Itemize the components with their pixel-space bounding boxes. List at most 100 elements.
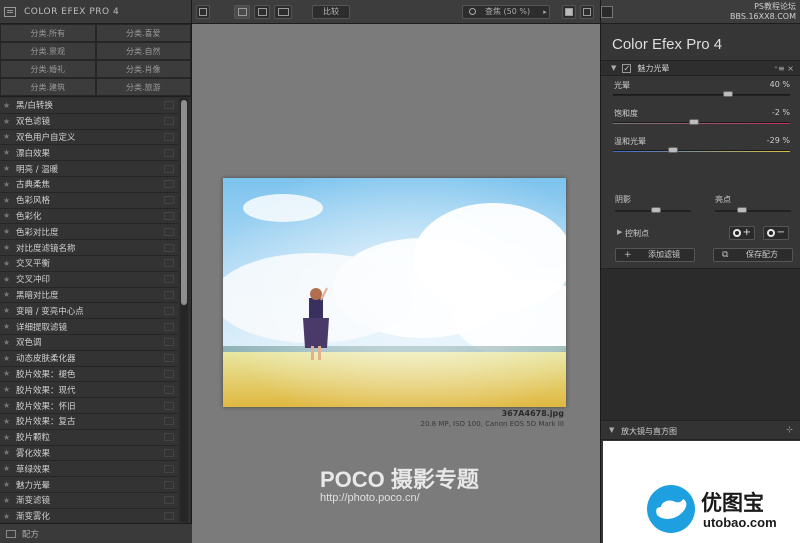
filter-preview-icon[interactable]: [164, 306, 174, 315]
filter-list-item[interactable]: ★ 黑暗对比度: [0, 287, 178, 304]
favorite-star-icon[interactable]: ★: [3, 417, 13, 426]
filter-header[interactable]: ▼ ✓ 魅力光晕 ⁺≡ ×: [601, 60, 800, 76]
favorite-star-icon[interactable]: ★: [3, 338, 13, 347]
filter-list-item[interactable]: ★ 胶片效果：复古: [0, 413, 178, 430]
collapse-triangle-icon[interactable]: ▼: [609, 426, 614, 434]
favorite-star-icon[interactable]: ★: [3, 211, 13, 220]
remove-control-point-button[interactable]: −: [763, 226, 789, 240]
filter-list-item[interactable]: ★ 变暗 / 变亮中心点: [0, 303, 178, 320]
category-button[interactable]: 分类.旅游: [95, 78, 191, 96]
slider-track[interactable]: [613, 150, 790, 152]
favorite-star-icon[interactable]: ★: [3, 322, 13, 331]
filter-preview-icon[interactable]: [164, 259, 174, 268]
filter-menu-icon[interactable]: ⁺≡ ×: [774, 64, 794, 73]
filter-preview-icon[interactable]: [164, 164, 174, 173]
filter-preview-icon[interactable]: [164, 512, 174, 521]
recipes-footer[interactable]: 配方: [0, 523, 192, 543]
filter-slider[interactable]: 饱和度 -2 %: [611, 104, 790, 132]
filter-list-item[interactable]: ★ 双色滤镜: [0, 113, 178, 130]
favorite-star-icon[interactable]: ★: [3, 132, 13, 141]
zoom-select[interactable]: 查焦 (50 %): [462, 5, 550, 19]
filter-preview-icon[interactable]: [164, 417, 174, 426]
filter-slider[interactable]: 光晕 40 %: [611, 76, 790, 104]
favorite-star-icon[interactable]: ★: [3, 243, 13, 252]
filter-list-item[interactable]: ★ 对比度滤镜名称: [0, 240, 178, 256]
filter-list-item[interactable]: ★ 渐变滤镜: [0, 492, 178, 509]
add-filter-button[interactable]: + 添加滤镜: [615, 248, 695, 262]
highlights-track[interactable]: [715, 210, 791, 212]
filter-list-item[interactable]: ★ 漂白效果: [0, 145, 178, 162]
filter-list-item[interactable]: ★ 色彩对比度: [0, 224, 178, 241]
filter-preview-icon[interactable]: [164, 180, 174, 189]
favorite-star-icon[interactable]: ★: [3, 101, 13, 110]
filter-preview-icon[interactable]: [164, 322, 174, 331]
filter-list-item[interactable]: ★ 胶片效果：现代: [0, 382, 178, 399]
category-button[interactable]: 分类.自然: [95, 42, 191, 60]
favorite-star-icon[interactable]: ★: [3, 275, 13, 284]
slider-knob[interactable]: [668, 147, 678, 153]
filter-preview-icon[interactable]: [164, 243, 174, 252]
favorite-star-icon[interactable]: ★: [3, 196, 13, 205]
category-button[interactable]: 分类.所有: [0, 24, 96, 42]
filter-list-item[interactable]: ★ 古典柔焦: [0, 176, 178, 193]
filter-preview-icon[interactable]: [164, 338, 174, 347]
filter-preview-icon[interactable]: [164, 464, 174, 473]
filter-list-item[interactable]: ★ 明亮 / 温暖: [0, 161, 178, 177]
filter-preview-icon[interactable]: [164, 401, 174, 410]
filter-preview-icon[interactable]: [164, 433, 174, 442]
category-button[interactable]: 分类.建筑: [0, 78, 96, 96]
view-button[interactable]: [601, 6, 613, 18]
favorite-star-icon[interactable]: ★: [3, 290, 13, 299]
filter-slider[interactable]: 温和光晕 -29 %: [611, 132, 790, 160]
preview-photo[interactable]: [223, 178, 566, 407]
filter-list-item[interactable]: ★ 双色调: [0, 334, 178, 351]
filter-list-item[interactable]: ★ 交叉冲印: [0, 271, 178, 288]
filter-preview-icon[interactable]: [164, 227, 174, 236]
favorite-star-icon[interactable]: ★: [3, 259, 13, 268]
side-by-side-button[interactable]: [274, 5, 292, 19]
filter-list-item[interactable]: ★ 魅力光晕: [0, 477, 178, 493]
favorite-star-icon[interactable]: ★: [3, 306, 13, 315]
filter-preview-icon[interactable]: [164, 354, 174, 363]
filter-list-item[interactable]: ★ 交叉平衡: [0, 255, 178, 272]
add-control-point-button[interactable]: +: [729, 226, 755, 240]
favorite-star-icon[interactable]: ★: [3, 369, 13, 378]
highlights-slider[interactable]: 亮点: [711, 190, 791, 218]
shadows-slider[interactable]: 阴影: [611, 190, 691, 218]
filter-preview-icon[interactable]: [164, 290, 174, 299]
scrollbar-thumb[interactable]: [181, 100, 187, 305]
filter-preview-icon[interactable]: [164, 496, 174, 505]
slider-knob[interactable]: [689, 119, 699, 125]
filter-preview-icon[interactable]: [164, 385, 174, 394]
filter-preview-icon[interactable]: [164, 196, 174, 205]
favorite-star-icon[interactable]: ★: [3, 496, 13, 505]
loupe-histogram-header[interactable]: ▼ 放大镜与直方图 ⊹: [601, 420, 800, 440]
expand-triangle-icon[interactable]: ▶: [617, 228, 622, 236]
filter-list-item[interactable]: ★ 双色用户自定义: [0, 129, 178, 146]
favorite-star-icon[interactable]: ★: [3, 227, 13, 236]
filter-list-item[interactable]: ★ 胶片颗粒: [0, 429, 178, 446]
favorite-star-icon[interactable]: ★: [3, 148, 13, 157]
filter-list-item[interactable]: ★ 色彩化: [0, 208, 178, 225]
filter-list-item[interactable]: ★ 动态皮肤柔化器: [0, 350, 178, 367]
favorite-star-icon[interactable]: ★: [3, 448, 13, 457]
collapse-triangle-icon[interactable]: ▼: [611, 64, 616, 72]
background-toggle-button[interactable]: [562, 5, 576, 19]
favorite-star-icon[interactable]: ★: [3, 512, 13, 521]
filter-preview-icon[interactable]: [164, 448, 174, 457]
filter-enable-checkbox[interactable]: ✓: [622, 63, 632, 73]
slider-track[interactable]: [613, 94, 790, 96]
hide-right-panel-button[interactable]: [580, 5, 594, 19]
slider-track[interactable]: [613, 122, 790, 124]
zoom-arrow-icon[interactable]: ▸: [540, 5, 550, 19]
filter-preview-icon[interactable]: [164, 369, 174, 378]
category-button[interactable]: 分类.喜爱: [95, 24, 191, 42]
favorite-star-icon[interactable]: ★: [3, 433, 13, 442]
filter-preview-icon[interactable]: [164, 101, 174, 110]
hide-panel-button[interactable]: [196, 5, 210, 19]
save-recipe-button[interactable]: ⧉ 保存配方: [713, 248, 793, 262]
single-view-button[interactable]: [234, 5, 250, 19]
favorite-star-icon[interactable]: ★: [3, 354, 13, 363]
filter-preview-icon[interactable]: [164, 132, 174, 141]
category-button[interactable]: 分类.肖像: [95, 60, 191, 78]
